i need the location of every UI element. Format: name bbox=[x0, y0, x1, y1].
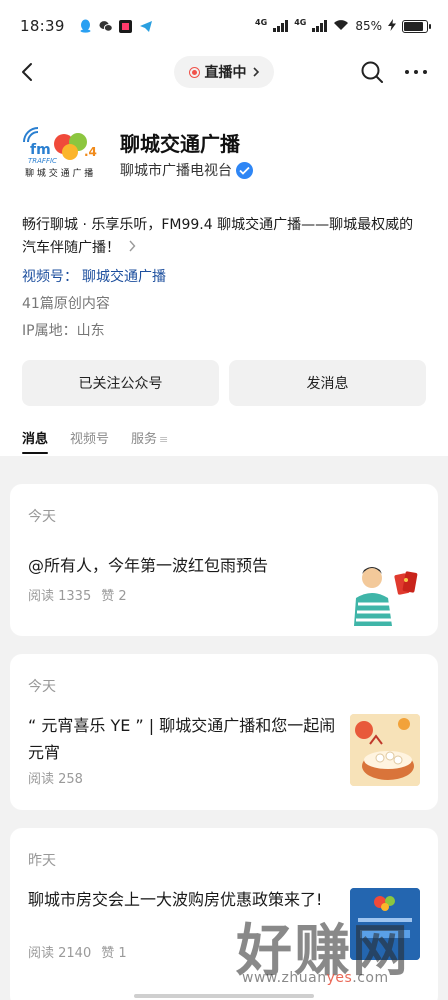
svg-text:.4: .4 bbox=[84, 145, 97, 159]
telegram-icon bbox=[139, 19, 153, 33]
read-count: 阅读 2140 bbox=[28, 946, 92, 961]
status-bar: 18:39 4G 4G 85% bbox=[0, 0, 448, 52]
account-organization: 聊城市广播电视台 bbox=[120, 160, 253, 180]
status-time: 18:39 bbox=[20, 17, 65, 35]
account-logo[interactable]: fm .4 TRAFFIC 聊 城 交 通 广 播 bbox=[22, 120, 102, 182]
tab-video-channel[interactable]: 视频号 bbox=[70, 428, 109, 454]
read-count: 阅读 258 bbox=[28, 772, 83, 787]
notification-icons bbox=[79, 19, 153, 33]
back-arrow-icon bbox=[22, 63, 32, 81]
content-tabs: 消息 视频号 服务 ≡ bbox=[22, 428, 168, 454]
video-channel-link[interactable]: 视频号： 聊城交通广播 bbox=[22, 266, 166, 286]
signal-icon bbox=[273, 20, 289, 32]
battery-percent: 85% bbox=[355, 19, 382, 33]
tab-messages[interactable]: 消息 bbox=[22, 428, 49, 454]
menu-icon: ≡ bbox=[159, 433, 169, 446]
article-title: 聊城市房交会上一大波购房优惠政策来了! bbox=[28, 890, 323, 909]
account-profile: fm .4 TRAFFIC 聊 城 交 通 广 播 聊城交通广播 聊城市广播电视… bbox=[22, 120, 426, 190]
article-thumbnail bbox=[350, 888, 420, 960]
network-type-2: 4G bbox=[294, 17, 307, 27]
wifi-icon bbox=[333, 19, 349, 34]
article-thumbnail bbox=[350, 554, 420, 626]
article-title: @所有人，今年第一波红包雨预告 bbox=[28, 556, 269, 575]
tab-services-label: 服务 bbox=[131, 432, 158, 447]
wechat-icon bbox=[99, 19, 113, 33]
live-status-button[interactable]: 直播中 bbox=[174, 56, 274, 88]
svg-text:TRAFFIC: TRAFFIC bbox=[28, 157, 57, 165]
send-message-button[interactable]: 发消息 bbox=[229, 360, 426, 406]
article-meta: 阅读 2140 赞 1 bbox=[28, 942, 127, 961]
signal-icon-2 bbox=[312, 20, 328, 32]
live-label: 直播中 bbox=[204, 65, 247, 81]
like-count: 赞 2 bbox=[101, 589, 127, 604]
ip-location: IP属地：山东 bbox=[22, 323, 105, 339]
network-type-1: 4G bbox=[255, 17, 268, 27]
traffic-radio-logo: fm .4 TRAFFIC 聊 城 交 通 广 播 bbox=[23, 127, 97, 179]
chevron-right-icon bbox=[124, 240, 136, 256]
followed-button[interactable]: 已关注公众号 bbox=[22, 360, 219, 406]
article-title: “ 元宵喜乐 YE ” | 聊城交通广播和您一起闹元宵 bbox=[28, 716, 336, 762]
more-button[interactable] bbox=[402, 58, 430, 86]
system-status: 4G 4G 85% bbox=[255, 17, 431, 34]
article-thumbnail bbox=[350, 714, 420, 786]
read-count: 阅读 1335 bbox=[28, 589, 92, 604]
article-meta: 阅读 1335 赞 2 bbox=[28, 585, 127, 604]
app-icon bbox=[119, 19, 133, 33]
article-date: 今天 bbox=[28, 509, 56, 525]
battery-icon bbox=[402, 19, 431, 33]
account-description[interactable]: 畅行聊城 · 乐享乐听，FM99.4 聊城交通广播——聊城最权威的汽车伴随广播！ bbox=[22, 214, 426, 260]
live-indicator-icon bbox=[188, 66, 200, 78]
svg-text:fm: fm bbox=[30, 142, 51, 158]
article-date: 昨天 bbox=[28, 853, 56, 869]
home-indicator[interactable] bbox=[134, 994, 314, 998]
channel-name: 聊城交通广播 bbox=[82, 269, 166, 285]
article-date: 今天 bbox=[28, 679, 56, 695]
search-button[interactable] bbox=[358, 58, 386, 86]
article-meta: 阅读 258 bbox=[28, 768, 83, 787]
article-card[interactable]: 今天 @所有人，今年第一波红包雨预告 阅读 1335 赞 2 bbox=[10, 484, 438, 636]
original-content-count: 41篇原创内容 bbox=[22, 296, 110, 312]
svg-text:聊 城 交 通 广 播: 聊 城 交 通 广 播 bbox=[25, 167, 93, 179]
organization-name: 聊城市广播电视台 bbox=[120, 163, 232, 179]
qq-icon bbox=[79, 19, 93, 33]
channel-prefix: 视频号： bbox=[22, 269, 78, 285]
article-card[interactable]: 今天 “ 元宵喜乐 YE ” | 聊城交通广播和您一起闹元宵 阅读 258 bbox=[10, 654, 438, 810]
tab-services[interactable]: 服务 ≡ bbox=[131, 428, 168, 454]
more-dots-icon bbox=[405, 70, 427, 74]
charging-icon bbox=[388, 18, 396, 34]
search-icon bbox=[361, 61, 383, 83]
account-name: 聊城交通广播 bbox=[120, 132, 240, 156]
article-card[interactable]: 昨天 聊城市房交会上一大波购房优惠政策来了! 阅读 2140 赞 1 bbox=[10, 828, 438, 1000]
chevron-right-icon bbox=[252, 67, 259, 77]
like-count: 赞 1 bbox=[101, 946, 127, 961]
back-button[interactable] bbox=[14, 58, 42, 86]
nav-bar: 直播中 bbox=[0, 52, 448, 92]
description-text: 畅行聊城 · 乐享乐听，FM99.4 聊城交通广播——聊城最权威的汽车伴随广播！ bbox=[22, 217, 414, 256]
verified-badge-icon bbox=[236, 161, 253, 179]
